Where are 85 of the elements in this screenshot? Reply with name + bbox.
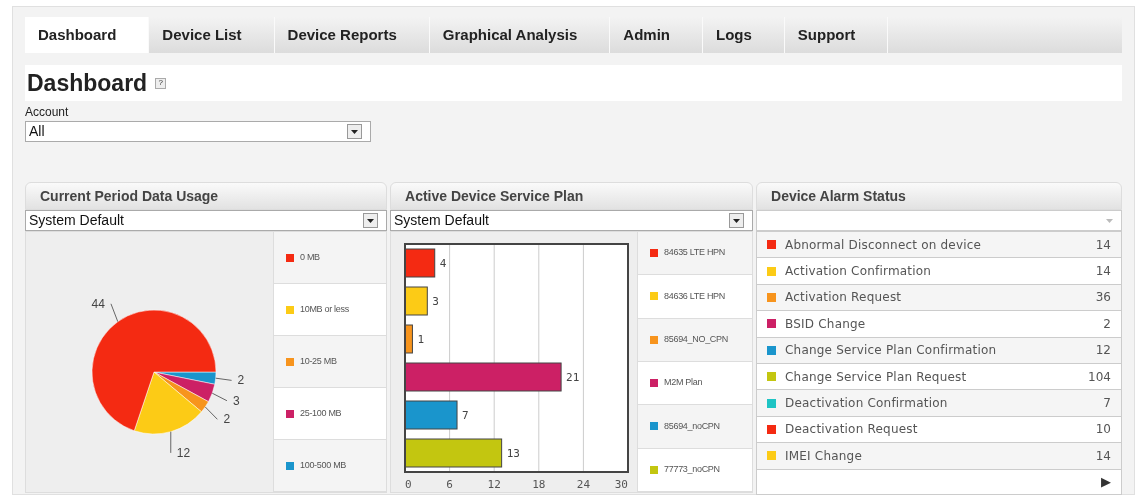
legend-item: 10MB or less bbox=[274, 284, 386, 336]
legend-swatch-icon bbox=[286, 461, 294, 470]
panel-header: Current Period Data Usage bbox=[25, 182, 387, 210]
legend-swatch-icon bbox=[650, 249, 658, 258]
legend-swatch-icon bbox=[286, 253, 294, 262]
nav-tab[interactable]: Logs bbox=[703, 17, 785, 53]
data-label: 2 bbox=[223, 412, 231, 427]
legend-item: 10-25 MB bbox=[274, 336, 386, 388]
leader-line bbox=[211, 392, 228, 402]
legend-swatch-icon bbox=[650, 422, 658, 431]
data-label: 2 bbox=[237, 373, 245, 388]
legend-swatch-icon bbox=[286, 305, 294, 314]
nav-tab[interactable]: Graphical Analysis bbox=[429, 17, 611, 53]
alarm-count: 2 bbox=[1103, 315, 1111, 333]
data-label: 4 bbox=[439, 257, 447, 270]
field-label: Account bbox=[25, 104, 70, 121]
legend-swatch-icon bbox=[286, 357, 294, 366]
alarm-count: 14 bbox=[1095, 236, 1111, 254]
alarm-count: 104 bbox=[1088, 368, 1111, 386]
panel-header: Device Alarm Status bbox=[756, 182, 1122, 210]
data-label: 13 bbox=[506, 447, 520, 460]
bar bbox=[404, 286, 428, 316]
nav-tab[interactable]: Support bbox=[784, 17, 889, 53]
data-label: 3 bbox=[232, 393, 240, 408]
legend-swatch-icon bbox=[650, 292, 658, 301]
alarm-count: 14 bbox=[1095, 263, 1111, 281]
axis-tick-label: 24 bbox=[576, 478, 591, 491]
leader-line bbox=[110, 303, 119, 323]
alarm-count: 14 bbox=[1095, 447, 1111, 465]
dropdown[interactable]: System Default bbox=[25, 210, 387, 231]
dropdown[interactable]: System Default bbox=[390, 210, 753, 231]
next-page-button[interactable]: ▶ bbox=[1101, 471, 1111, 492]
nav-tab[interactable]: Device List bbox=[149, 17, 275, 53]
data-label: 1 bbox=[417, 333, 425, 346]
legend-swatch-icon bbox=[650, 335, 658, 344]
alarm-count: 10 bbox=[1095, 421, 1111, 439]
data-label: 21 bbox=[566, 371, 580, 384]
legend-item: 85694_noCPN bbox=[638, 405, 752, 449]
alarm-label: Deactivation Confirmation bbox=[785, 395, 949, 413]
dropdown[interactable]: All bbox=[25, 121, 371, 142]
page-title: Dashboard bbox=[27, 68, 148, 98]
alarm-label: Deactivation Request bbox=[785, 421, 919, 439]
axis-tick-label: 12 bbox=[487, 478, 501, 491]
bar bbox=[404, 400, 458, 430]
leader-line bbox=[215, 377, 233, 381]
data-label: 7 bbox=[462, 409, 469, 422]
bar bbox=[404, 248, 436, 278]
dropdown[interactable] bbox=[756, 210, 1122, 231]
legend-item: 84635 LTE HPN bbox=[638, 232, 752, 276]
alarm-label: Activation Request bbox=[785, 289, 903, 307]
bar bbox=[404, 324, 413, 354]
axis-tick-label: 6 bbox=[446, 478, 453, 491]
alarm-count: 36 bbox=[1095, 289, 1111, 307]
data-label: 44 bbox=[91, 296, 105, 311]
legend-swatch-icon bbox=[650, 379, 658, 388]
legend-item: 0 MB bbox=[274, 232, 386, 284]
alarm-count: 7 bbox=[1103, 395, 1111, 413]
legend-item: 100-500 MB bbox=[274, 440, 386, 492]
nav-tab[interactable]: Device Reports bbox=[274, 17, 430, 53]
axis-tick-label: 0 bbox=[405, 478, 412, 491]
legend-item: 25-100 MB bbox=[274, 388, 386, 440]
data-label: 12 bbox=[176, 445, 191, 460]
legend-swatch-icon bbox=[650, 465, 658, 474]
alarm-label: Change Service Plan Request bbox=[785, 368, 968, 386]
alarm-label: IMEI Change bbox=[785, 447, 863, 465]
nav-tab[interactable]: Admin bbox=[610, 17, 703, 53]
axis-tick-label: 30 bbox=[614, 478, 628, 491]
leader-line bbox=[204, 406, 218, 420]
legend-item: 77773_noCPN bbox=[638, 448, 752, 492]
legend-item: M2M Plan bbox=[638, 362, 752, 406]
alarm-label: BSID Change bbox=[785, 315, 867, 333]
alarm-count: 12 bbox=[1095, 342, 1111, 360]
nav-tab[interactable]: Dashboard bbox=[25, 17, 150, 53]
legend-item: 84636 LTE HPN bbox=[638, 275, 752, 319]
data-label: 3 bbox=[432, 295, 439, 308]
alarm-label: Change Service Plan Confirmation bbox=[785, 342, 998, 360]
dropdown-arrow-icon bbox=[1106, 218, 1113, 223]
help-icon[interactable]: ? bbox=[155, 77, 167, 89]
axis-tick-label: 18 bbox=[532, 478, 546, 491]
legend-swatch-icon bbox=[286, 409, 294, 418]
leader-line bbox=[170, 431, 172, 454]
legend-item: 85694_NO_CPN bbox=[638, 318, 752, 362]
alarm-label: Abnormal Disconnect on device bbox=[785, 236, 983, 254]
panel-header: Active Device Service Plan bbox=[390, 182, 753, 210]
alarm-label: Activation Confirmation bbox=[785, 263, 933, 281]
